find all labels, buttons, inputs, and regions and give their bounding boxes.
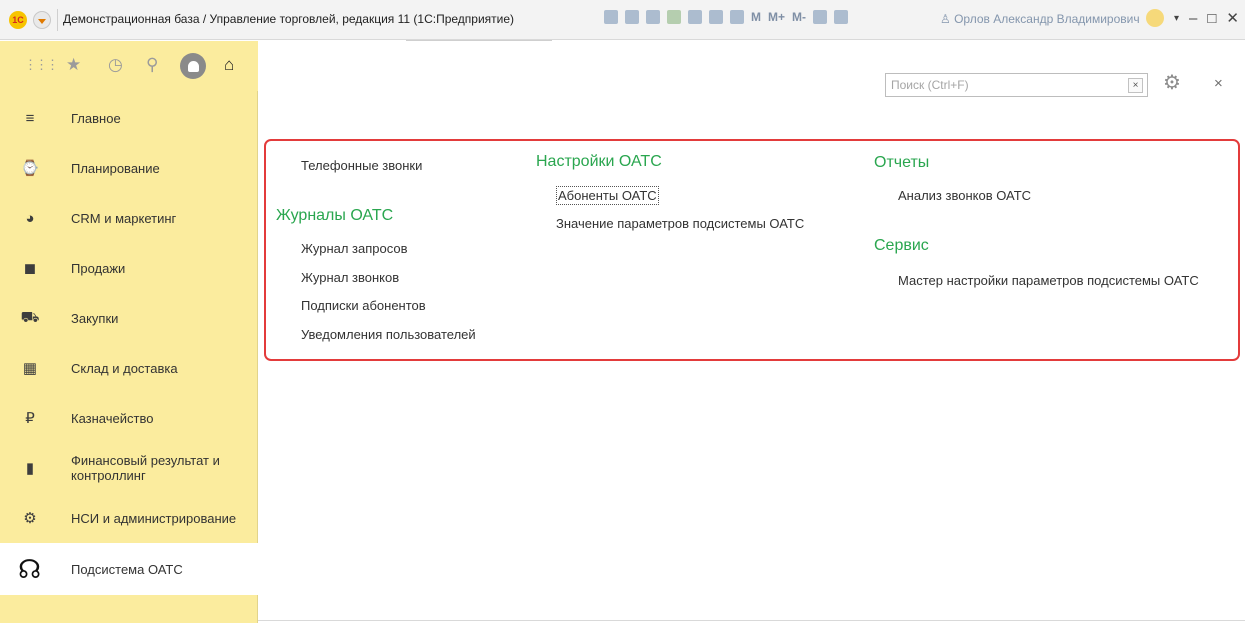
cmd-phone-calls[interactable]: Телефонные звонки: [301, 158, 422, 173]
save-icon[interactable]: [604, 10, 618, 24]
sidebar-item-oats[interactable]: ☊ Подсистема ОАТС: [0, 543, 258, 595]
sidebar-item-label: Финансовый результат и контроллинг: [71, 453, 220, 483]
notifications-bell-icon[interactable]: [180, 53, 206, 79]
cmd-subsystem-parameters[interactable]: Значение параметров подсистемы ОАТС: [556, 216, 804, 231]
headset-icon: ☊: [18, 553, 42, 584]
dropdown-icon[interactable]: ▾: [1174, 13, 1179, 24]
sidebar-item-label: Продажи: [71, 260, 126, 276]
minimize-button[interactable]: –: [1189, 10, 1197, 27]
sidebar-item-planning[interactable]: ⌚ Планирование: [0, 143, 258, 193]
window-toolbar: M M+ M-: [604, 10, 849, 24]
sidebar-item-warehouse[interactable]: ▦ Склад и доставка: [0, 343, 258, 393]
cmd-subscriber-subscriptions[interactable]: Подписки абонентов: [301, 298, 426, 313]
attach-icon[interactable]: [667, 10, 681, 24]
warehouse-icon: ▦: [22, 360, 38, 377]
sidebar-item-main[interactable]: ≡ Главное: [0, 93, 258, 143]
panels-icon[interactable]: [834, 10, 849, 24]
memory-button[interactable]: M: [751, 10, 761, 24]
close-window-button[interactable]: ✕: [1226, 9, 1239, 27]
group-oats-journals: Журналы ОАТС: [276, 207, 394, 224]
info-icon[interactable]: [1145, 9, 1164, 27]
search-field[interactable]: ×: [885, 73, 1148, 97]
memory-plus-button[interactable]: M+: [768, 10, 785, 24]
bar-chart-icon: ▮: [25, 460, 35, 477]
menu-lines-icon: ≡: [25, 109, 35, 127]
sidebar-item-crm[interactable]: ◕ CRM и маркетинг: [0, 193, 258, 243]
history-icon[interactable]: ◷: [108, 56, 123, 74]
calculator-icon[interactable]: [709, 10, 723, 24]
pie-chart-icon: ◕: [25, 209, 35, 227]
sidebar-item-label: Подсистема ОАТС: [71, 561, 183, 577]
sidebar-toolbar: ⋮⋮⋮ ★ ◷ ⚲ ⌂: [0, 41, 258, 91]
settings-gear-icon[interactable]: ⚙: [1163, 70, 1181, 95]
sidebar-item-label: Казначейство: [71, 410, 154, 426]
calendar-icon[interactable]: [730, 10, 744, 24]
cmd-calls-journal[interactable]: Журнал звонков: [301, 270, 399, 285]
close-panel-button[interactable]: ×: [1214, 75, 1223, 92]
home-icon[interactable]: ⌂: [224, 55, 234, 75]
group-reports: Отчеты: [874, 154, 930, 171]
search-input[interactable]: [886, 75, 1118, 95]
group-service: Сервис: [874, 237, 929, 254]
print-icon[interactable]: [625, 10, 639, 24]
apps-icon[interactable]: ⋮⋮⋮: [24, 56, 59, 74]
logo-1c-icon: 1С: [9, 11, 27, 29]
sidebar-item-label: CRM и маркетинг: [71, 210, 177, 226]
shopping-bag-icon: ◼: [23, 260, 37, 277]
gear-icon: ⚙: [23, 510, 37, 527]
memory-minus-button[interactable]: M-: [792, 10, 806, 24]
zoom-icon[interactable]: [813, 10, 828, 24]
cmd-oats-subscribers[interactable]: Абоненты ОАТС: [556, 186, 659, 205]
sidebar-item-purchases[interactable]: ⛟ Закупки: [0, 293, 258, 343]
sidebar-item-label: Планирование: [71, 160, 160, 176]
bottom-border: [258, 620, 1245, 621]
cart-icon: ⛟: [20, 308, 40, 326]
sidebar-item-sales[interactable]: ◼ Продажи: [0, 243, 258, 293]
cmd-calls-analysis[interactable]: Анализ звонков ОАТС: [898, 188, 1031, 203]
current-user[interactable]: ♙ Орлов Александр Владимирович: [940, 12, 1140, 26]
sidebar-item-label: Склад и доставка: [71, 360, 178, 376]
title-bar: 1С Демонстрационная база / Управление то…: [0, 0, 1245, 40]
printer-icon[interactable]: [688, 10, 702, 24]
preview-icon[interactable]: [646, 10, 660, 24]
divider: [57, 9, 58, 31]
planning-icon: ⌚: [20, 160, 40, 177]
sidebar-item-finance[interactable]: ▮ Финансовый результат и контроллинг: [0, 443, 258, 493]
group-oats-settings: Настройки ОАТС: [536, 153, 662, 170]
ruble-icon: ₽: [25, 410, 35, 427]
tab-divider: [406, 40, 552, 41]
maximize-button[interactable]: □: [1207, 10, 1216, 27]
sidebar-item-label: Главное: [71, 110, 121, 126]
sidebar-item-admin[interactable]: ⚙ НСИ и администрирование: [0, 493, 258, 543]
cmd-setup-wizard[interactable]: Мастер настройки параметров подсистемы О…: [898, 273, 1199, 288]
sections-panel: ⋮⋮⋮ ★ ◷ ⚲ ⌂ ≡ Главное ⌚ Планирование ◕ C…: [0, 41, 258, 623]
window-title: Демонстрационная база / Управление торго…: [63, 12, 515, 26]
main-menu-button[interactable]: [33, 11, 51, 29]
clear-search-button[interactable]: ×: [1128, 78, 1143, 93]
search-icon[interactable]: ⚲: [146, 56, 158, 74]
sidebar-item-treasury[interactable]: ₽ Казначейство: [0, 393, 258, 443]
sidebar-item-label: НСИ и администрирование: [71, 510, 237, 526]
cmd-user-notifications[interactable]: Уведомления пользователей: [301, 327, 476, 342]
window-controls: ▾ – □ ✕: [1145, 9, 1239, 27]
sidebar-item-label: Закупки: [71, 310, 119, 326]
favorites-star-icon[interactable]: ★: [66, 56, 81, 74]
cmd-requests-journal[interactable]: Журнал запросов: [301, 241, 408, 256]
